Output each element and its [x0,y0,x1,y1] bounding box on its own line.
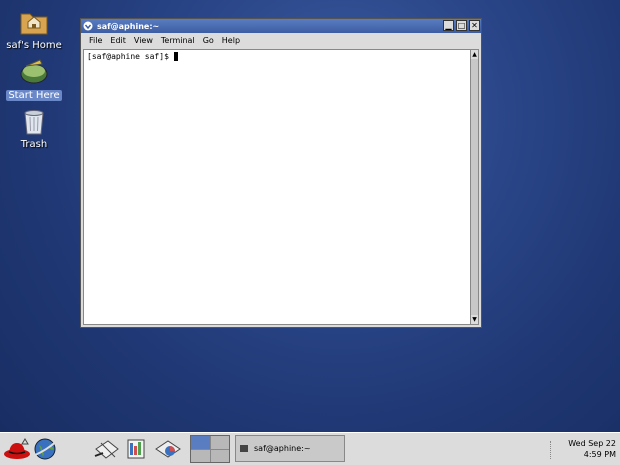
panel-handle[interactable] [550,441,554,459]
writer-launcher[interactable] [123,435,151,463]
window-title: saf@aphine:~ [97,21,160,31]
workspace-4[interactable] [210,449,229,462]
clock-time: 4:59 PM [583,450,616,459]
minimize-icon: ▁ [445,20,452,30]
close-icon: ✕ [471,20,478,30]
menu-file[interactable]: File [89,36,102,45]
mail-icon [94,440,119,459]
menu-terminal[interactable]: Terminal [161,36,195,45]
terminal-area[interactable]: [saf@aphine saf]$ [83,49,471,325]
chevron-down-icon [83,21,93,31]
red-hat-icon [4,438,30,459]
start-here-icon [18,56,50,88]
desktop-icon-label: Trash [20,139,48,150]
web-browser-launcher[interactable] [32,435,60,463]
arrow-up-icon: ▲ [472,51,477,58]
text-cursor [173,52,178,61]
workspace-1[interactable] [191,436,210,449]
desktop-icon-label: saf's Home [6,40,62,51]
window-titlebar[interactable]: saf@aphine:~ ▁ □ ✕ [81,19,481,33]
scrollbar[interactable]: ▲ ▼ [470,49,479,325]
taskbar-item-terminal[interactable]: saf@aphine:~ [235,435,345,462]
minimize-button[interactable]: ▁ [443,20,454,31]
terminal-icon [240,445,248,452]
menu-go[interactable]: Go [203,36,214,45]
desktop-icon-trash[interactable]: Trash [4,105,64,150]
desktop-icon-start-here[interactable]: Start Here [4,56,64,101]
clock[interactable]: Wed Sep 22 4:59 PM [568,438,616,460]
globe-icon [34,438,58,460]
trash-icon [18,105,50,137]
maximize-icon: □ [457,20,466,30]
desktop-icon-label: Start Here [6,90,62,101]
presentation-icon [155,440,181,458]
menu-help[interactable]: Help [222,36,240,45]
menubar: File Edit View Terminal Go Help [81,33,481,48]
presentation-launcher[interactable] [153,435,183,463]
workspace-3[interactable] [191,449,210,462]
menu-view[interactable]: View [134,36,153,45]
shell-prompt: [saf@aphine saf]$ [87,52,169,61]
scroll-up-button[interactable]: ▲ [471,50,478,59]
terminal-window: saf@aphine:~ ▁ □ ✕ File Edit View Termin… [80,18,482,328]
arrow-down-icon: ▼ [472,316,477,323]
desktop-icon-home[interactable]: saf's Home [4,6,64,51]
email-launcher[interactable] [92,435,122,463]
scroll-down-button[interactable]: ▼ [471,315,478,324]
close-button[interactable]: ✕ [469,20,480,31]
workspace-2[interactable] [210,436,229,449]
workspace-switcher[interactable] [190,435,230,463]
document-icon [127,439,145,459]
bottom-panel: saf@aphine:~ Wed Sep 22 4:59 PM [0,432,620,465]
window-menu-button[interactable] [82,20,94,32]
main-menu-button[interactable] [2,435,32,463]
menu-edit[interactable]: Edit [110,36,126,45]
clock-date: Wed Sep 22 [568,439,616,448]
home-folder-icon [18,6,50,38]
maximize-button[interactable]: □ [456,20,467,31]
taskbar-item-label: saf@aphine:~ [254,444,311,453]
